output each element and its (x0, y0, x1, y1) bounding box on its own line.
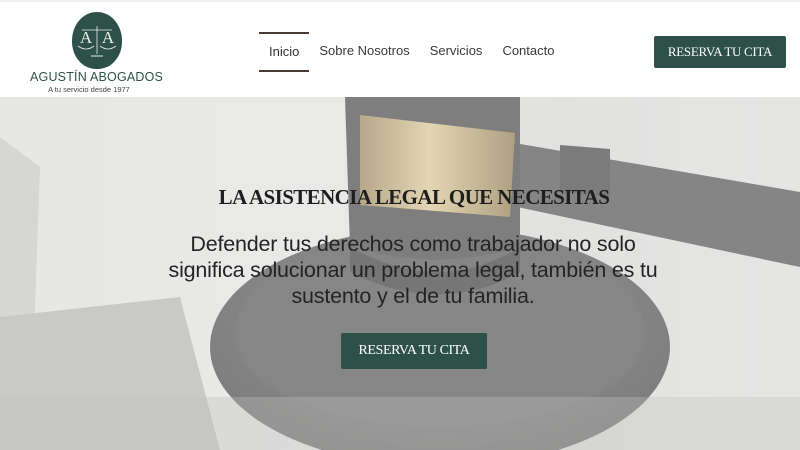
hero-section: LA ASISTENCIA LEGAL QUE NECESITAS Defend… (0, 97, 800, 450)
svg-text:A: A (80, 28, 93, 47)
site-logo[interactable]: A A AGUSTÍN ABOGADOS A tu servicio desde… (30, 10, 164, 96)
header-booking-button[interactable]: RESERVA TU CITA (654, 36, 786, 68)
hero-title: LA ASISTENCIA LEGAL QUE NECESITAS (218, 185, 610, 209)
brand-name: AGUSTÍN ABOGADOS (30, 70, 164, 84)
nav-item-contacto[interactable]: Contacto (492, 32, 564, 72)
brand-tagline: A tu servicio desde 1977 (48, 85, 130, 94)
nav-item-sobre-nosotros[interactable]: Sobre Nosotros (309, 32, 419, 72)
logo-badge: A A (72, 12, 122, 69)
nav-item-servicios[interactable]: Servicios (420, 32, 493, 72)
svg-text:A: A (102, 28, 115, 47)
hero-description: Defender tus derechos como trabajador no… (168, 232, 658, 308)
site-header: A A AGUSTÍN ABOGADOS A tu servicio desde… (0, 0, 800, 97)
hero-booking-button[interactable]: RESERVA TU CITA (341, 333, 487, 369)
scales-of-justice-icon: A A (77, 26, 117, 57)
main-navigation: Inicio Sobre Nosotros Servicios Contacto (259, 32, 564, 72)
nav-item-inicio[interactable]: Inicio (259, 32, 310, 72)
